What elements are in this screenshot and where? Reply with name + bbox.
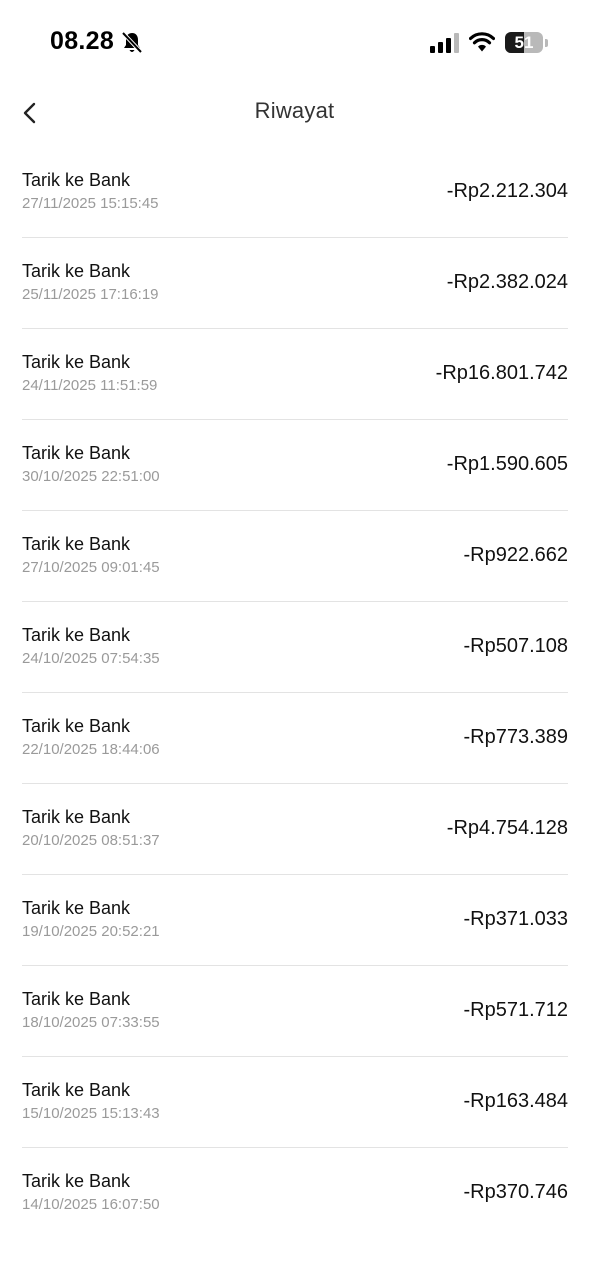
transaction-datetime: 25/11/2025 17:16:19 xyxy=(22,286,159,303)
transaction-datetime: 22/10/2025 18:44:06 xyxy=(22,741,160,758)
transaction-row[interactable]: Tarik ke Bank 24/10/2025 07:54:35 -Rp507.1… xyxy=(22,602,568,693)
transaction-row[interactable]: Tarik ke Bank 22/10/2025 18:44:06 -Rp773.3… xyxy=(22,693,568,784)
bell-slash-icon xyxy=(121,31,143,55)
transaction-datetime: 27/11/2025 15:15:45 xyxy=(22,195,159,212)
transaction-row[interactable]: Tarik ke Bank 27/11/2025 15:15:45 -Rp2.212… xyxy=(22,147,568,238)
transaction-row[interactable]: Tarik ke Bank 24/11/2025 11:51:59 -Rp16.80… xyxy=(22,329,568,420)
transaction-row[interactable]: Tarik ke Bank 27/10/2025 09:01:45 -Rp922.6… xyxy=(22,511,568,602)
transaction-row[interactable]: Tarik ke Bank 30/10/2025 22:51:00 -Rp1.590… xyxy=(22,420,568,511)
transaction-title: Tarik ke Bank xyxy=(22,534,131,554)
transaction-title: Tarik ke Bank xyxy=(22,1171,131,1191)
transaction-title: Tarik ke Bank xyxy=(22,716,131,736)
transaction-title: Tarik ke Bank xyxy=(22,352,131,372)
transaction-amount: -Rp507.108 xyxy=(463,635,568,657)
header: Riwayat xyxy=(0,88,589,138)
transaction-title: Tarik ke Bank xyxy=(22,989,131,1009)
transaction-amount: -Rp571.712 xyxy=(463,999,568,1021)
page-title: Riwayat xyxy=(254,98,335,123)
transaction-title: Tarik ke Bank xyxy=(22,807,131,827)
transaction-amount: -Rp2.382.024 xyxy=(446,271,568,293)
transaction-amount: -Rp371.033 xyxy=(463,908,568,930)
transaction-list: Tarik ke Bank 27/11/2025 15:15:45 -Rp2.212… xyxy=(22,147,568,1238)
transaction-datetime: 14/10/2025 16:07:50 xyxy=(22,1196,160,1213)
transaction-amount: -Rp2.212.304 xyxy=(446,180,568,202)
transaction-row[interactable]: Tarik ke Bank 15/10/2025 15:13:43 -Rp163.4… xyxy=(22,1057,568,1148)
status-time: 08.28 xyxy=(50,27,115,55)
battery-level: 51 xyxy=(514,33,534,52)
battery-cap xyxy=(545,39,548,47)
transaction-datetime: 15/10/2025 15:13:43 xyxy=(22,1105,160,1122)
transaction-amount: -Rp773.389 xyxy=(463,726,568,748)
transaction-datetime: 27/10/2025 09:01:45 xyxy=(22,559,160,576)
transaction-title: Tarik ke Bank xyxy=(22,170,131,190)
transaction-row[interactable]: Tarik ke Bank 14/10/2025 16:07:50 -Rp370.7… xyxy=(22,1148,568,1238)
transaction-amount: -Rp163.484 xyxy=(463,1090,568,1112)
status-bar: 08.28 51 xyxy=(0,0,589,88)
transaction-title: Tarik ke Bank xyxy=(22,898,131,918)
transaction-datetime: 20/10/2025 08:51:37 xyxy=(22,832,160,849)
transaction-row[interactable]: Tarik ke Bank 18/10/2025 07:33:55 -Rp571.7… xyxy=(22,966,568,1057)
transaction-amount: -Rp370.746 xyxy=(463,1181,568,1203)
transaction-datetime: 24/11/2025 11:51:59 xyxy=(22,377,158,394)
transaction-datetime: 24/10/2025 07:54:35 xyxy=(22,650,160,667)
transaction-title: Tarik ke Bank xyxy=(22,261,131,281)
transaction-row[interactable]: Tarik ke Bank 25/11/2025 17:16:19 -Rp2.382… xyxy=(22,238,568,329)
transaction-datetime: 30/10/2025 22:51:00 xyxy=(22,468,160,485)
transaction-row[interactable]: Tarik ke Bank 19/10/2025 20:52:21 -Rp371.0… xyxy=(22,875,568,966)
transaction-amount: -Rp922.662 xyxy=(463,544,568,566)
wifi-icon xyxy=(468,31,496,53)
battery-icon: 51 xyxy=(505,32,543,53)
cellular-signal-icon xyxy=(430,33,460,53)
transaction-row[interactable]: Tarik ke Bank 20/10/2025 08:51:37 -Rp4.754… xyxy=(22,784,568,875)
transaction-datetime: 18/10/2025 07:33:55 xyxy=(22,1014,160,1031)
transaction-title: Tarik ke Bank xyxy=(22,625,131,645)
transaction-amount: -Rp4.754.128 xyxy=(446,817,568,839)
transaction-amount: -Rp16.801.742 xyxy=(435,362,568,384)
transaction-title: Tarik ke Bank xyxy=(22,443,131,463)
transaction-amount: -Rp1.590.605 xyxy=(446,453,568,475)
transaction-datetime: 19/10/2025 20:52:21 xyxy=(22,923,160,940)
transaction-title: Tarik ke Bank xyxy=(22,1080,131,1100)
